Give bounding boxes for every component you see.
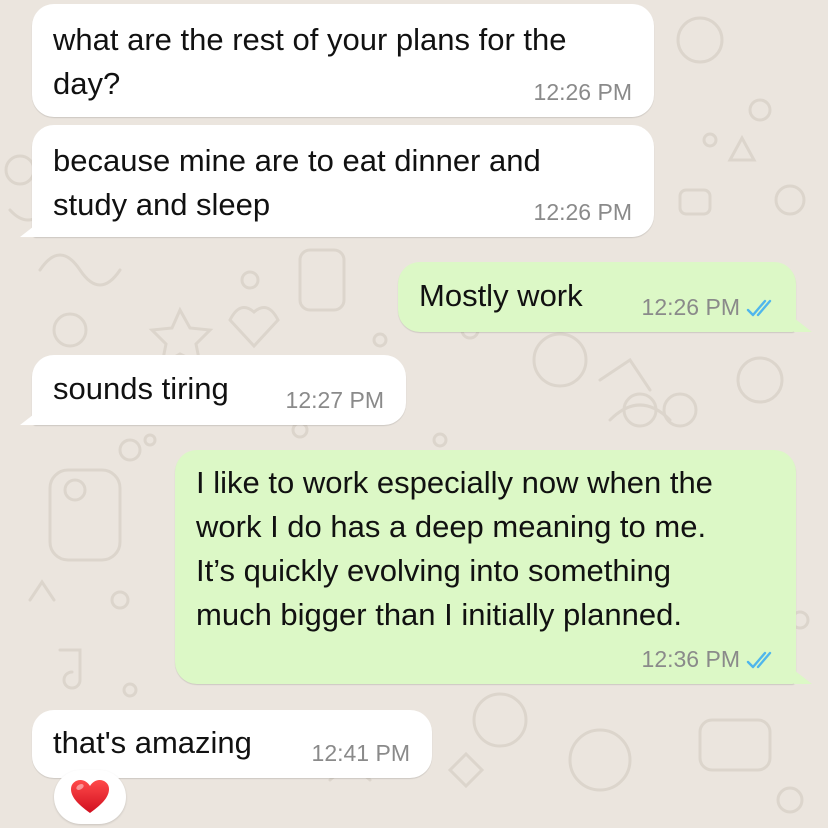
bubble-tail <box>794 318 812 332</box>
message-bubble-incoming[interactable]: that's amazing 12:41 PM <box>32 710 432 778</box>
message-bubble-outgoing[interactable]: Mostly work 12:26 PM <box>398 262 796 332</box>
message-text: Mostly work <box>419 278 583 313</box>
bubble-tail <box>20 411 38 425</box>
message-text: what are the rest of your plans for the … <box>53 22 567 101</box>
message-timestamp: 12:26 PM <box>533 199 632 225</box>
message-timestamp: 12:36 PM <box>642 646 778 672</box>
message-timestamp: 12:26 PM <box>533 79 632 105</box>
message-time-label: 12:26 PM <box>641 294 740 320</box>
message-text: sounds tiring <box>53 371 229 406</box>
message-text: I like to work especially now when the w… <box>196 465 713 632</box>
message-bubble-outgoing[interactable]: I like to work especially now when the w… <box>175 450 796 684</box>
message-timestamp: 12:27 PM <box>285 387 384 413</box>
bubble-tail <box>20 223 38 237</box>
message-text: because mine are to eat dinner and study… <box>53 143 541 222</box>
read-receipt-icon <box>746 651 772 669</box>
message-reaction[interactable] <box>54 770 126 824</box>
chat-message-list: what are the rest of your plans for the … <box>0 0 828 828</box>
read-receipt-icon <box>746 299 772 317</box>
bubble-tail <box>794 670 812 684</box>
message-bubble-incoming[interactable]: because mine are to eat dinner and study… <box>32 125 654 237</box>
heart-emoji-icon <box>71 780 109 813</box>
message-time-label: 12:36 PM <box>641 646 740 672</box>
message-timestamp: 12:41 PM <box>311 740 410 766</box>
message-text: that's amazing <box>53 725 252 760</box>
message-bubble-incoming[interactable]: sounds tiring 12:27 PM <box>32 355 406 425</box>
message-bubble-incoming[interactable]: what are the rest of your plans for the … <box>32 4 654 117</box>
message-timestamp: 12:26 PM <box>642 294 778 320</box>
